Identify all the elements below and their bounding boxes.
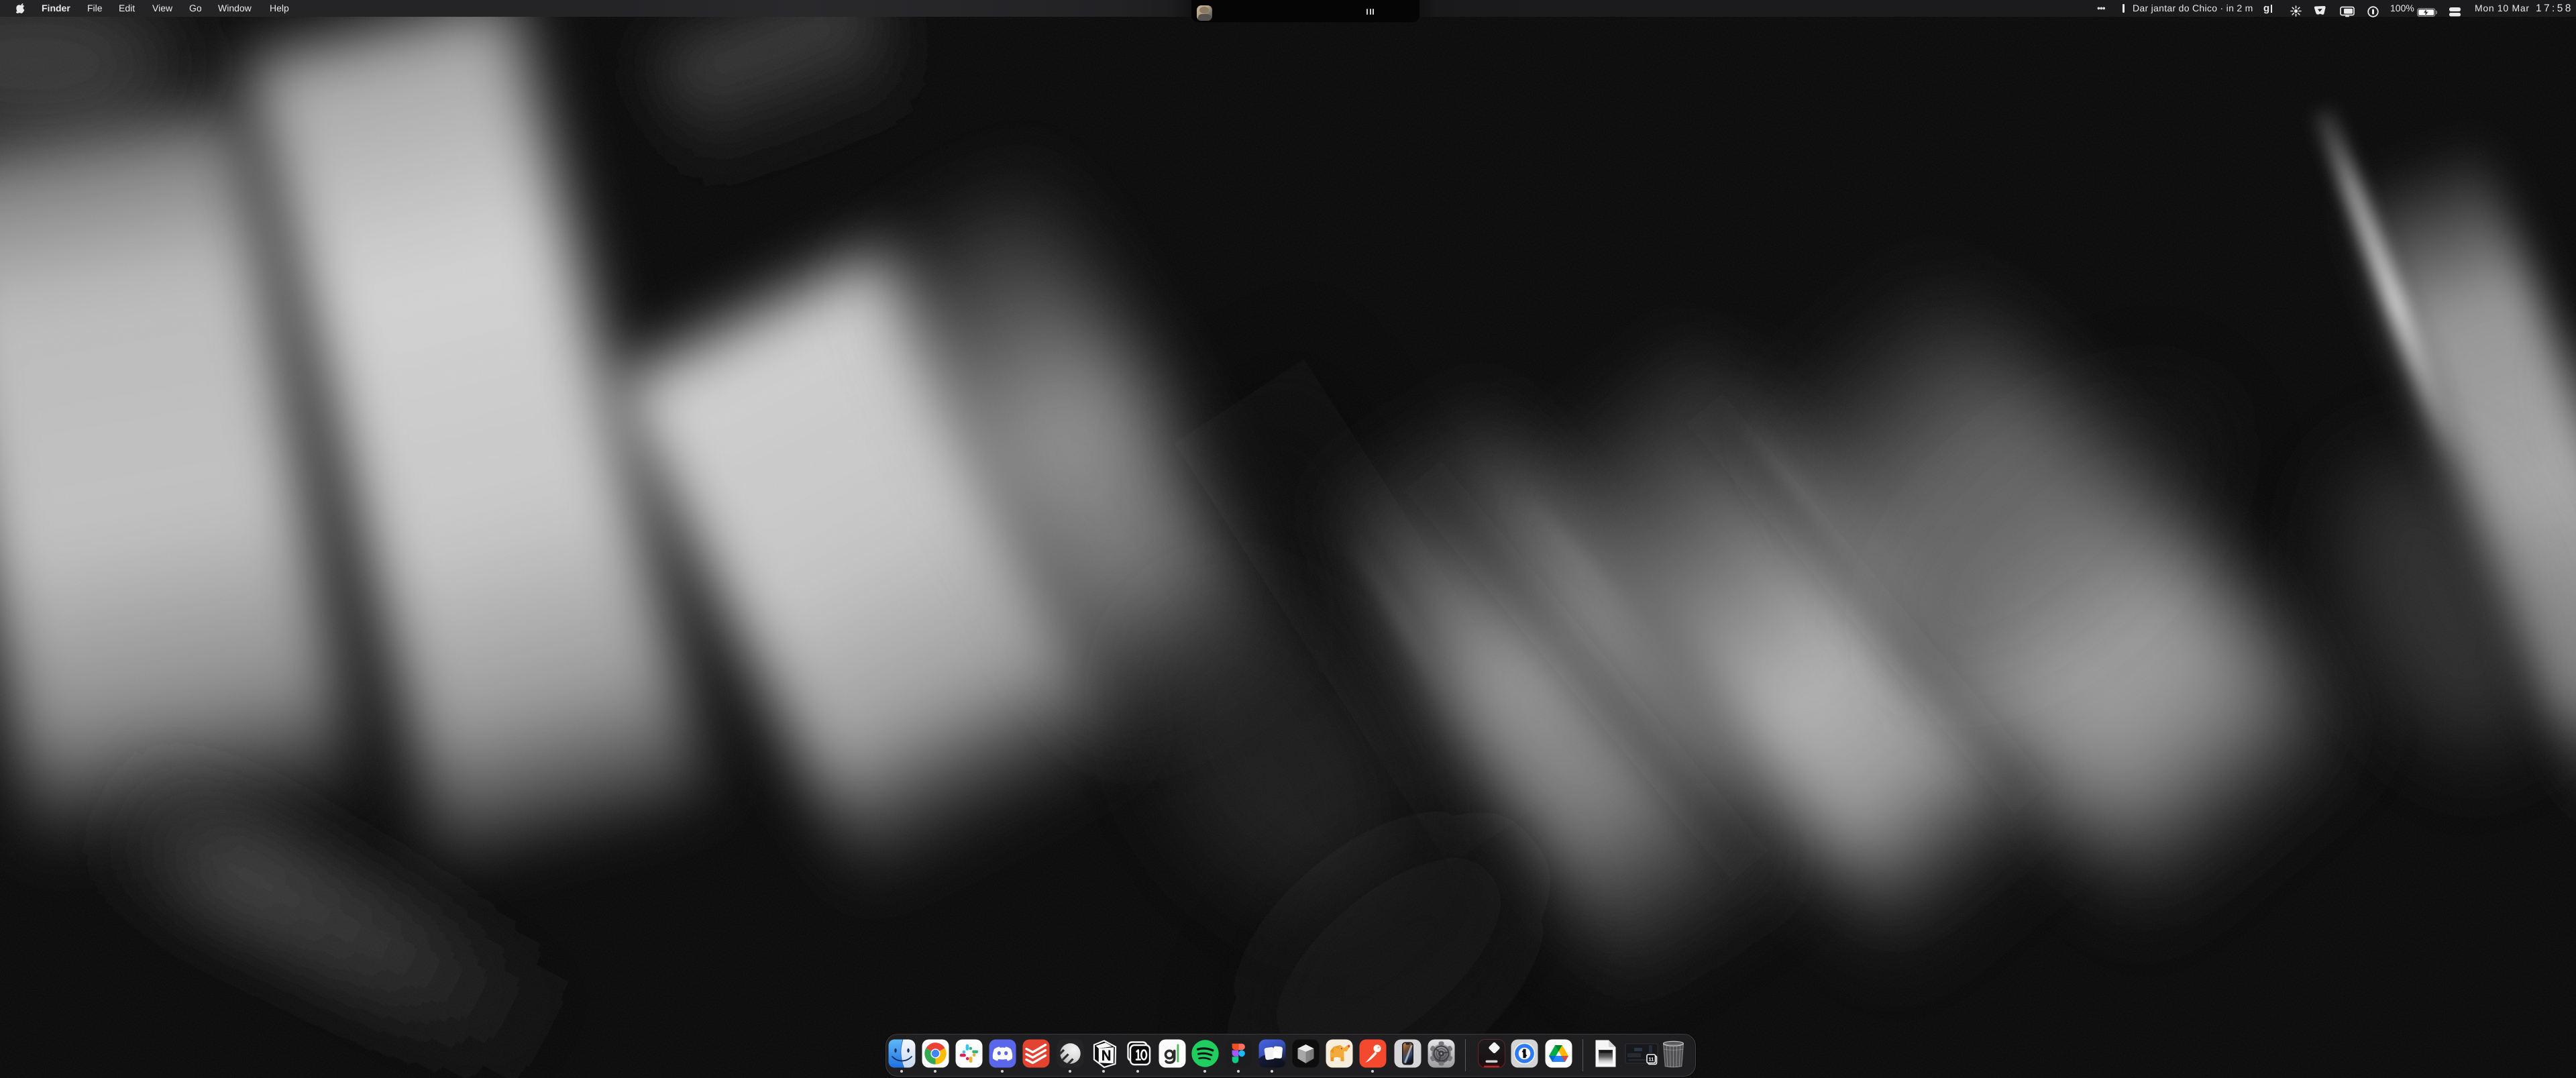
svg-text:11: 11 [1648,1057,1654,1063]
